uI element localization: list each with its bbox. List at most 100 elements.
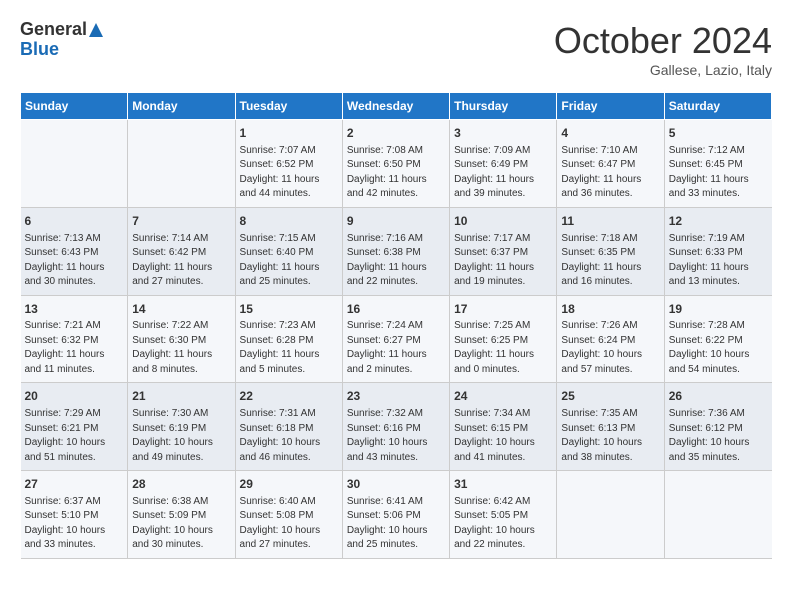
day-info: Sunrise: 7:36 AM Sunset: 6:12 PM Dayligh… <box>669 407 768 465</box>
day-info: Sunrise: 7:25 AM Sunset: 6:25 PM Dayligh… <box>454 319 552 377</box>
month-title: October 2024 <box>554 20 772 62</box>
day-number: 25 <box>561 388 659 405</box>
calendar-day-cell: 22 Sunrise: 7:31 AM Sunset: 6:18 PM Dayli… <box>235 383 342 471</box>
day-info: Sunrise: 6:37 AM Sunset: 5:10 PM Dayligh… <box>25 495 124 553</box>
day-number: 2 <box>347 125 445 142</box>
calendar-day-cell: 24 Sunrise: 7:34 AM Sunset: 6:15 PM Dayli… <box>450 383 557 471</box>
calendar-day-cell: 10 Sunrise: 7:17 AM Sunset: 6:37 PM Dayli… <box>450 207 557 295</box>
page-header: General Blue October 2024 Gallese, Lazio… <box>20 20 772 78</box>
day-number: 4 <box>561 125 659 142</box>
day-number: 18 <box>561 301 659 318</box>
day-number: 28 <box>132 476 230 493</box>
day-info: Sunrise: 7:24 AM Sunset: 6:27 PM Dayligh… <box>347 319 445 377</box>
day-info: Sunrise: 7:14 AM Sunset: 6:42 PM Dayligh… <box>132 232 230 290</box>
calendar-day-cell: 25 Sunrise: 7:35 AM Sunset: 6:13 PM Dayli… <box>557 383 664 471</box>
day-number: 15 <box>240 301 338 318</box>
day-info: Sunrise: 7:26 AM Sunset: 6:24 PM Dayligh… <box>561 319 659 377</box>
weekday-header-cell: Tuesday <box>235 93 342 120</box>
calendar-day-cell: 28 Sunrise: 6:38 AM Sunset: 5:09 PM Dayli… <box>128 471 235 559</box>
calendar-day-cell: 3 Sunrise: 7:09 AM Sunset: 6:49 PM Daylig… <box>450 120 557 208</box>
weekday-header-cell: Monday <box>128 93 235 120</box>
calendar-day-cell: 14Sunrise: 7:22 AM Sunset: 6:30 PM Dayli… <box>128 295 235 383</box>
calendar-day-cell <box>128 120 235 208</box>
calendar-day-cell: 27 Sunrise: 6:37 AM Sunset: 5:10 PM Dayli… <box>21 471 128 559</box>
day-number: 5 <box>669 125 768 142</box>
calendar-table: SundayMondayTuesdayWednesdayThursdayFrid… <box>20 92 772 559</box>
logo-blue: Blue <box>20 40 59 60</box>
calendar-week-row: 13Sunrise: 7:21 AM Sunset: 6:32 PM Dayli… <box>21 295 772 383</box>
day-number: 6 <box>25 213 124 230</box>
calendar-day-cell: 16Sunrise: 7:24 AM Sunset: 6:27 PM Dayli… <box>342 295 449 383</box>
day-info: Sunrise: 7:22 AM Sunset: 6:30 PM Dayligh… <box>132 319 230 377</box>
calendar-day-cell: 2 Sunrise: 7:08 AM Sunset: 6:50 PM Daylig… <box>342 120 449 208</box>
calendar-day-cell: 15Sunrise: 7:23 AM Sunset: 6:28 PM Dayli… <box>235 295 342 383</box>
calendar-day-cell <box>21 120 128 208</box>
day-number: 23 <box>347 388 445 405</box>
day-info: Sunrise: 7:34 AM Sunset: 6:15 PM Dayligh… <box>454 407 552 465</box>
day-number: 19 <box>669 301 768 318</box>
calendar-day-cell: 13Sunrise: 7:21 AM Sunset: 6:32 PM Dayli… <box>21 295 128 383</box>
day-number: 30 <box>347 476 445 493</box>
calendar-day-cell: 29 Sunrise: 6:40 AM Sunset: 5:08 PM Dayli… <box>235 471 342 559</box>
location-subtitle: Gallese, Lazio, Italy <box>554 62 772 78</box>
day-info: Sunrise: 7:13 AM Sunset: 6:43 PM Dayligh… <box>25 232 124 290</box>
day-number: 24 <box>454 388 552 405</box>
day-number: 1 <box>240 125 338 142</box>
day-info: Sunrise: 7:28 AM Sunset: 6:22 PM Dayligh… <box>669 319 768 377</box>
day-info: Sunrise: 7:31 AM Sunset: 6:18 PM Dayligh… <box>240 407 338 465</box>
weekday-header-cell: Saturday <box>664 93 771 120</box>
day-info: Sunrise: 7:07 AM Sunset: 6:52 PM Dayligh… <box>240 144 338 202</box>
day-number: 20 <box>25 388 124 405</box>
day-info: Sunrise: 6:38 AM Sunset: 5:09 PM Dayligh… <box>132 495 230 553</box>
day-info: Sunrise: 7:10 AM Sunset: 6:47 PM Dayligh… <box>561 144 659 202</box>
weekday-header-row: SundayMondayTuesdayWednesdayThursdayFrid… <box>21 93 772 120</box>
day-info: Sunrise: 7:29 AM Sunset: 6:21 PM Dayligh… <box>25 407 124 465</box>
calendar-day-cell: 18Sunrise: 7:26 AM Sunset: 6:24 PM Dayli… <box>557 295 664 383</box>
day-number: 31 <box>454 476 552 493</box>
day-number: 16 <box>347 301 445 318</box>
day-info: Sunrise: 7:23 AM Sunset: 6:28 PM Dayligh… <box>240 319 338 377</box>
calendar-day-cell: 12Sunrise: 7:19 AM Sunset: 6:33 PM Dayli… <box>664 207 771 295</box>
calendar-day-cell <box>664 471 771 559</box>
calendar-day-cell <box>557 471 664 559</box>
day-info: Sunrise: 6:40 AM Sunset: 5:08 PM Dayligh… <box>240 495 338 553</box>
day-info: Sunrise: 7:16 AM Sunset: 6:38 PM Dayligh… <box>347 232 445 290</box>
day-info: Sunrise: 7:19 AM Sunset: 6:33 PM Dayligh… <box>669 232 768 290</box>
calendar-week-row: 20 Sunrise: 7:29 AM Sunset: 6:21 PM Dayli… <box>21 383 772 471</box>
day-number: 21 <box>132 388 230 405</box>
day-info: Sunrise: 7:08 AM Sunset: 6:50 PM Dayligh… <box>347 144 445 202</box>
calendar-day-cell: 30 Sunrise: 6:41 AM Sunset: 5:06 PM Dayli… <box>342 471 449 559</box>
calendar-week-row: 27 Sunrise: 6:37 AM Sunset: 5:10 PM Dayli… <box>21 471 772 559</box>
day-info: Sunrise: 7:18 AM Sunset: 6:35 PM Dayligh… <box>561 232 659 290</box>
weekday-header-cell: Thursday <box>450 93 557 120</box>
day-number: 29 <box>240 476 338 493</box>
calendar-day-cell: 31Sunrise: 6:42 AM Sunset: 5:05 PM Dayli… <box>450 471 557 559</box>
day-number: 10 <box>454 213 552 230</box>
day-info: Sunrise: 7:17 AM Sunset: 6:37 PM Dayligh… <box>454 232 552 290</box>
day-info: Sunrise: 7:32 AM Sunset: 6:16 PM Dayligh… <box>347 407 445 465</box>
calendar-day-cell: 8Sunrise: 7:15 AM Sunset: 6:40 PM Daylig… <box>235 207 342 295</box>
calendar-week-row: 6 Sunrise: 7:13 AM Sunset: 6:43 PM Daylig… <box>21 207 772 295</box>
weekday-header-cell: Wednesday <box>342 93 449 120</box>
calendar-day-cell: 9Sunrise: 7:16 AM Sunset: 6:38 PM Daylig… <box>342 207 449 295</box>
calendar-day-cell: 19Sunrise: 7:28 AM Sunset: 6:22 PM Dayli… <box>664 295 771 383</box>
calendar-week-row: 1 Sunrise: 7:07 AM Sunset: 6:52 PM Daylig… <box>21 120 772 208</box>
calendar-day-cell: 11 Sunrise: 7:18 AM Sunset: 6:35 PM Dayli… <box>557 207 664 295</box>
calendar-day-cell: 7 Sunrise: 7:14 AM Sunset: 6:42 PM Daylig… <box>128 207 235 295</box>
calendar-day-cell: 26Sunrise: 7:36 AM Sunset: 6:12 PM Dayli… <box>664 383 771 471</box>
day-number: 22 <box>240 388 338 405</box>
day-info: Sunrise: 7:09 AM Sunset: 6:49 PM Dayligh… <box>454 144 552 202</box>
logo: General Blue <box>20 20 103 60</box>
day-info: Sunrise: 7:35 AM Sunset: 6:13 PM Dayligh… <box>561 407 659 465</box>
day-info: Sunrise: 6:41 AM Sunset: 5:06 PM Dayligh… <box>347 495 445 553</box>
calendar-day-cell: 17Sunrise: 7:25 AM Sunset: 6:25 PM Dayli… <box>450 295 557 383</box>
day-number: 7 <box>132 213 230 230</box>
calendar-day-cell: 23 Sunrise: 7:32 AM Sunset: 6:16 PM Dayli… <box>342 383 449 471</box>
title-block: October 2024 Gallese, Lazio, Italy <box>554 20 772 78</box>
day-number: 3 <box>454 125 552 142</box>
day-number: 11 <box>561 213 659 230</box>
day-number: 27 <box>25 476 124 493</box>
calendar-day-cell: 4 Sunrise: 7:10 AM Sunset: 6:47 PM Daylig… <box>557 120 664 208</box>
day-number: 8 <box>240 213 338 230</box>
calendar-day-cell: 6 Sunrise: 7:13 AM Sunset: 6:43 PM Daylig… <box>21 207 128 295</box>
